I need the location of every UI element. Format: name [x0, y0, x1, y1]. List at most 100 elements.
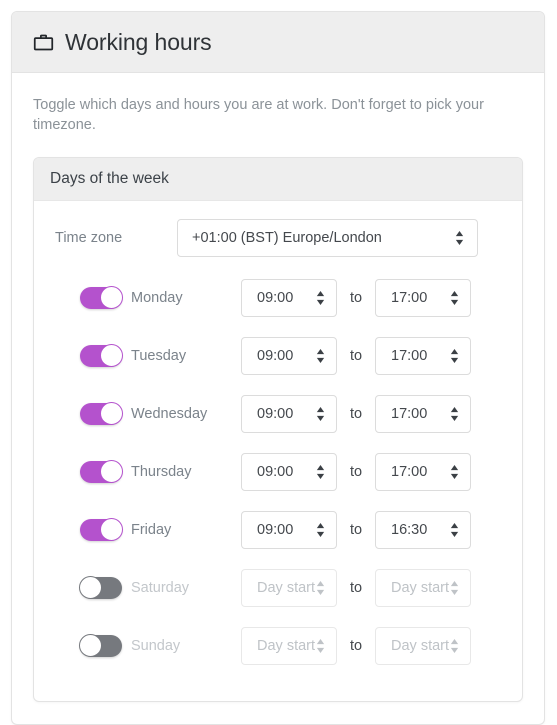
day-start-select-friday[interactable]: 09:00	[241, 510, 337, 549]
range-separator: to	[349, 521, 363, 538]
day-start-value: 09:00	[257, 521, 294, 538]
day-end-value: Day start	[391, 579, 450, 596]
range-separator: to	[349, 463, 363, 480]
timezone-select[interactable]: +01:00 (BST) Europe/London	[177, 218, 478, 257]
day-start-select-thursday[interactable]: 09:00	[241, 452, 337, 491]
day-end-select-thursday[interactable]: 17:00	[375, 452, 471, 491]
chevron-updown-icon	[450, 522, 459, 537]
day-row: Thursday 09:00 to 17:00	[34, 443, 522, 501]
day-label: Tuesday	[131, 347, 187, 364]
day-toggle-friday[interactable]	[80, 517, 123, 541]
toggle-knob	[100, 343, 123, 367]
day-toggle-cell	[34, 343, 131, 367]
day-start-select-tuesday[interactable]: 09:00	[241, 336, 337, 375]
day-label: Monday	[131, 289, 183, 306]
timezone-row: Time zone +01:00 (BST) Europe/London	[34, 218, 522, 269]
day-start-value: 09:00	[257, 405, 294, 422]
timezone-select-value: +01:00 (BST) Europe/London	[192, 229, 382, 246]
day-start-value: Day start	[257, 637, 316, 654]
chevron-updown-icon	[450, 580, 459, 595]
day-start-select-wednesday[interactable]: 09:00	[241, 394, 337, 433]
day-end-select-saturday: Day start	[375, 568, 471, 607]
card-body: Toggle which days and hours you are at w…	[12, 73, 544, 702]
day-end-value: Day start	[391, 637, 450, 654]
day-start-value: 09:00	[257, 289, 294, 306]
chevron-updown-icon	[450, 638, 459, 653]
day-end-select-monday[interactable]: 17:00	[375, 278, 471, 317]
range-separator: to	[349, 347, 363, 364]
day-rows-container: Monday 09:00 to 17:00 Tuesday 09:00 to 17:00 Wed…	[34, 269, 522, 675]
chevron-updown-icon	[316, 580, 325, 595]
day-row: Sunday Day start to Day start	[34, 617, 522, 675]
day-row: Saturday Day start to Day start	[34, 559, 522, 617]
day-label: Thursday	[131, 463, 192, 480]
days-of-week-panel: Days of the week Time zone +01:00 (BST) …	[33, 156, 523, 702]
day-start-select-sunday: Day start	[241, 626, 337, 665]
range-separator: to	[349, 289, 363, 306]
day-end-value: 16:30	[391, 521, 428, 538]
toggle-knob	[100, 401, 123, 425]
page-title-text: Working hours	[65, 28, 212, 55]
day-label: Friday	[131, 521, 172, 538]
day-row: Wednesday 09:00 to 17:00	[34, 385, 522, 443]
day-end-select-friday[interactable]: 16:30	[375, 510, 471, 549]
panel-body: Time zone +01:00 (BST) Europe/London Mon…	[34, 201, 522, 701]
day-row: Friday 09:00 to 16:30	[34, 501, 522, 559]
toggle-knob	[100, 517, 123, 541]
day-end-value: 17:00	[391, 289, 428, 306]
day-toggle-cell	[34, 517, 131, 541]
card-description: Toggle which days and hours you are at w…	[33, 97, 484, 134]
day-start-value: Day start	[257, 579, 316, 596]
toggle-knob	[79, 633, 102, 657]
day-toggle-monday[interactable]	[80, 285, 123, 309]
day-row: Monday 09:00 to 17:00	[34, 269, 522, 327]
day-toggle-saturday[interactable]	[79, 575, 122, 599]
chevron-updown-icon	[316, 464, 325, 479]
panel-heading: Days of the week	[34, 157, 522, 201]
chevron-updown-icon	[316, 638, 325, 653]
day-end-select-sunday: Day start	[375, 626, 471, 665]
chevron-updown-icon	[450, 290, 459, 305]
day-toggle-cell	[34, 459, 131, 483]
chevron-updown-icon	[450, 348, 459, 363]
toggle-knob	[100, 459, 123, 483]
day-start-value: 09:00	[257, 463, 294, 480]
card-header: Working hours	[12, 12, 544, 73]
page-title: Working hours	[33, 29, 212, 56]
chevron-updown-icon	[450, 406, 459, 421]
day-label: Saturday	[131, 579, 190, 596]
day-end-value: 17:00	[391, 347, 428, 364]
day-end-select-wednesday[interactable]: 17:00	[375, 394, 471, 433]
day-row: Tuesday 09:00 to 17:00	[34, 327, 522, 385]
range-separator: to	[349, 637, 363, 654]
day-start-select-saturday: Day start	[241, 568, 337, 607]
timezone-label: Time zone	[55, 229, 123, 246]
range-separator: to	[349, 579, 363, 596]
day-toggle-sunday[interactable]	[79, 633, 122, 657]
day-toggle-thursday[interactable]	[80, 459, 123, 483]
chevron-updown-icon	[316, 290, 325, 305]
chevron-updown-icon	[316, 522, 325, 537]
toggle-knob	[79, 575, 102, 599]
day-toggle-cell	[34, 285, 131, 309]
chevron-updown-icon	[450, 464, 459, 479]
day-end-value: 17:00	[391, 463, 428, 480]
day-label: Sunday	[131, 637, 181, 654]
day-toggle-cell	[34, 401, 131, 425]
day-start-value: 09:00	[257, 347, 294, 364]
day-toggle-tuesday[interactable]	[80, 343, 123, 367]
toggle-knob	[100, 285, 123, 309]
day-end-value: 17:00	[391, 405, 428, 422]
range-separator: to	[349, 405, 363, 422]
day-end-select-tuesday[interactable]: 17:00	[375, 336, 471, 375]
day-start-select-monday[interactable]: 09:00	[241, 278, 337, 317]
day-label: Wednesday	[131, 405, 208, 422]
chevron-updown-icon	[455, 230, 464, 245]
chevron-updown-icon	[316, 406, 325, 421]
chevron-updown-icon	[316, 348, 325, 363]
working-hours-card: Working hours Toggle which days and hour…	[11, 11, 545, 725]
briefcase-icon	[33, 34, 54, 50]
day-toggle-cell	[34, 575, 131, 599]
day-toggle-cell	[34, 633, 131, 657]
day-toggle-wednesday[interactable]	[80, 401, 123, 425]
